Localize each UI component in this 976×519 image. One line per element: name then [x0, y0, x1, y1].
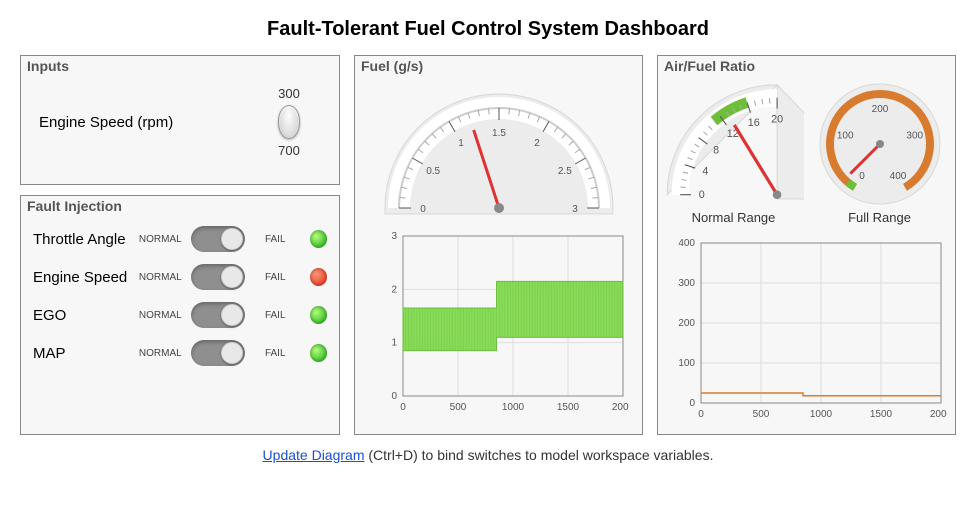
status-led: [310, 268, 327, 286]
svg-text:0: 0: [400, 402, 406, 413]
ratio-chart: 0 100 200 300 400 0 500 1000 1500 2000: [667, 235, 947, 425]
normal-range-caption: Normal Range: [692, 210, 776, 225]
svg-text:0: 0: [689, 398, 695, 409]
svg-text:2: 2: [391, 284, 397, 295]
svg-text:0: 0: [420, 204, 426, 215]
switch-label-fail: FAIL: [253, 272, 298, 283]
update-diagram-link[interactable]: Update Diagram: [263, 447, 365, 463]
switch-label-fail: FAIL: [253, 234, 298, 245]
svg-text:2.5: 2.5: [557, 166, 571, 177]
inputs-panel: Inputs Engine Speed (rpm) 300 700: [20, 55, 340, 185]
svg-text:1: 1: [391, 338, 397, 349]
svg-text:0: 0: [698, 409, 704, 420]
svg-text:3: 3: [572, 204, 578, 215]
svg-text:0: 0: [391, 391, 397, 402]
fault-switch[interactable]: [191, 226, 245, 252]
switch-label-fail: FAIL: [253, 310, 298, 321]
svg-text:300: 300: [678, 278, 695, 289]
svg-text:100: 100: [678, 358, 695, 369]
svg-text:2000: 2000: [929, 409, 946, 420]
svg-text:300: 300: [906, 131, 923, 142]
fuel-chart: 0 1 2 3 0 500 1000 1500 2000: [369, 228, 629, 418]
svg-text:20: 20: [771, 114, 783, 126]
svg-text:0: 0: [698, 189, 704, 201]
svg-text:500: 500: [449, 402, 466, 413]
fault-name: MAP: [33, 345, 130, 362]
fault-row: Throttle Angle NORMAL FAIL: [21, 220, 339, 258]
svg-text:1500: 1500: [869, 409, 892, 420]
ratio-panel: Air/Fuel Ratio 048121620 Normal Range 01…: [657, 55, 956, 435]
full-range-caption: Full Range: [848, 210, 911, 225]
fault-name: Throttle Angle: [33, 231, 130, 248]
fault-name: Engine Speed: [33, 269, 130, 286]
footer-rest: (Ctrl+D) to bind switches to model works…: [364, 447, 713, 463]
rocker-value-top: 300: [278, 86, 300, 101]
ratio-title: Air/Fuel Ratio: [664, 58, 755, 74]
fault-name: EGO: [33, 307, 130, 324]
svg-text:0: 0: [859, 171, 865, 182]
footer-text: Update Diagram (Ctrl+D) to bind switches…: [10, 447, 966, 463]
svg-text:0.5: 0.5: [426, 166, 440, 177]
svg-text:1500: 1500: [556, 402, 579, 413]
svg-text:3: 3: [391, 231, 397, 242]
fuel-panel: Fuel (g/s) 0 0.5 1 1.5 2 2.5 3 0 1 2 3 0 500 1000 150…: [354, 55, 643, 435]
svg-text:1: 1: [458, 138, 464, 149]
fault-injection-panel: Fault Injection Throttle Angle NORMAL FAIL…: [20, 195, 340, 435]
svg-text:4: 4: [702, 166, 708, 178]
svg-text:100: 100: [836, 131, 853, 142]
fault-switch[interactable]: [191, 302, 245, 328]
svg-text:200: 200: [678, 318, 695, 329]
ratio-normal-gauge: 048121620: [664, 78, 804, 208]
svg-text:400: 400: [678, 238, 695, 249]
switch-label-normal: NORMAL: [138, 234, 183, 245]
rocker-value-bottom: 700: [278, 143, 300, 158]
svg-text:8: 8: [713, 145, 719, 157]
svg-text:1000: 1000: [501, 402, 524, 413]
fuel-gauge: 0 0.5 1 1.5 2 2.5 3: [369, 78, 629, 218]
switch-label-normal: NORMAL: [138, 310, 183, 321]
fault-row: Engine Speed NORMAL FAIL: [21, 258, 339, 296]
switch-label-normal: NORMAL: [138, 348, 183, 359]
switch-label-normal: NORMAL: [138, 272, 183, 283]
status-led: [310, 230, 327, 248]
status-led: [310, 306, 327, 324]
engine-speed-label: Engine Speed (rpm): [31, 114, 229, 131]
fault-row: EGO NORMAL FAIL: [21, 296, 339, 334]
fault-switch[interactable]: [191, 264, 245, 290]
svg-text:2000: 2000: [611, 402, 628, 413]
ratio-full-gauge: 0 100 200 300 400: [810, 78, 950, 208]
fault-row: MAP NORMAL FAIL: [21, 334, 339, 372]
page-title: Fault-Tolerant Fuel Control System Dashb…: [10, 18, 966, 41]
svg-text:200: 200: [871, 104, 888, 115]
switch-label-fail: FAIL: [253, 348, 298, 359]
svg-text:1000: 1000: [809, 409, 832, 420]
fault-switch[interactable]: [191, 340, 245, 366]
inputs-title: Inputs: [27, 58, 69, 74]
svg-text:400: 400: [889, 171, 906, 182]
svg-text:2: 2: [534, 138, 540, 149]
status-led: [310, 344, 327, 362]
svg-text:500: 500: [752, 409, 769, 420]
engine-speed-rocker[interactable]: [278, 105, 300, 139]
faults-title: Fault Injection: [27, 198, 122, 214]
fuel-title: Fuel (g/s): [361, 58, 423, 74]
svg-text:16: 16: [747, 117, 759, 129]
svg-text:1.5: 1.5: [492, 128, 506, 139]
